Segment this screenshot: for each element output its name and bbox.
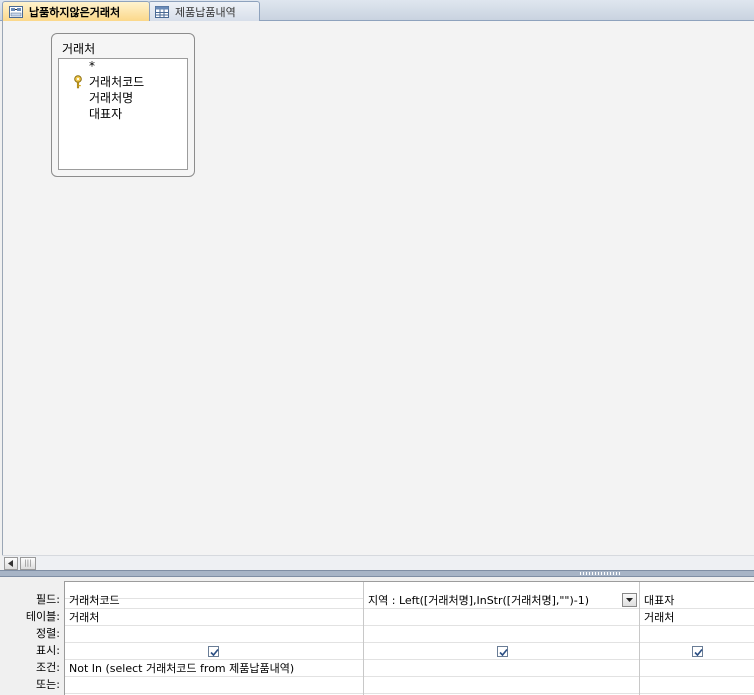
show-checkbox[interactable] — [692, 646, 703, 657]
tab-table-product-deliveries[interactable]: 제품납품내역 — [148, 1, 260, 21]
show-checkbox[interactable] — [497, 646, 508, 657]
or-cell[interactable] — [640, 677, 754, 694]
field-cell[interactable]: 대표자 — [640, 592, 754, 609]
table-cell[interactable] — [364, 609, 639, 626]
grid-column: 지역 : Left([거래처명],InStr([거래처명],"")-1) — [364, 582, 640, 695]
checkmark-icon — [210, 648, 219, 657]
sort-cell[interactable] — [65, 626, 363, 643]
table-cell[interactable]: 거래처 — [640, 609, 754, 626]
tab-label: 납품하지않은거래처 — [29, 5, 121, 19]
checkmark-icon — [499, 648, 508, 657]
document-tab-strip: 납품하지않은거래처 제품납품내역 — [0, 0, 754, 21]
row-label-table: 테이블: — [25, 610, 60, 623]
show-cell — [364, 643, 639, 660]
query-icon — [9, 5, 23, 18]
field-list-item[interactable]: * — [89, 59, 95, 74]
sort-cell[interactable] — [364, 626, 639, 643]
grid-row-labels: 필드: 테이블: 정렬: 표시: 조건: 또는: — [0, 577, 64, 695]
primary-key-icon — [74, 75, 82, 89]
field-list-box: * 거래처코드 거래처명 대표자 — [58, 58, 188, 170]
criteria-cell[interactable] — [640, 660, 754, 677]
row-label-sort: 정렬: — [36, 627, 60, 640]
tab-label: 제품납품내역 — [175, 5, 236, 19]
grid-column: 거래처코드 거래처 Not In (select 거래처코드 from 제품납품… — [65, 582, 364, 695]
row-label-show: 표시: — [36, 644, 60, 657]
criteria-cell[interactable]: Not In (select 거래처코드 from 제품납품내역) — [65, 660, 363, 677]
checkmark-icon — [694, 648, 703, 657]
query-design-area[interactable]: 거래처 * 거래처코드 거래처명 대표자 — [2, 21, 754, 555]
scroll-left-button[interactable] — [4, 557, 18, 570]
field-dropdown-button[interactable] — [622, 593, 637, 607]
field-cell[interactable]: 거래처코드 — [65, 592, 363, 609]
scroll-thumb[interactable]: ||| — [20, 557, 36, 570]
criteria-cell[interactable] — [364, 660, 639, 677]
row-label-criteria: 조건: — [36, 661, 60, 674]
or-cell[interactable] — [364, 677, 639, 694]
show-cell — [640, 643, 754, 660]
table-cell[interactable]: 거래처 — [65, 609, 363, 626]
field-list-title: 거래처 — [62, 42, 96, 56]
grid-column: 대표자 거래처 — [640, 582, 754, 695]
or-cell[interactable] — [65, 677, 363, 694]
field-list-item[interactable]: 거래처명 — [89, 91, 133, 106]
chevron-down-icon — [626, 598, 633, 602]
tab-query-unsupplied-clients[interactable]: 납품하지않은거래처 — [2, 1, 150, 21]
pane-splitter[interactable] — [0, 570, 754, 577]
row-label-or: 또는: — [36, 678, 60, 691]
design-area-scrollbar[interactable]: ||| — [2, 555, 754, 570]
show-checkbox[interactable] — [208, 646, 219, 657]
show-cell — [65, 643, 363, 660]
field-list-item[interactable]: 거래처코드 — [89, 75, 144, 90]
left-arrow-icon — [8, 560, 13, 567]
splitter-grip[interactable] — [580, 572, 620, 575]
field-cell[interactable]: 지역 : Left([거래처명],InStr([거래처명],"")-1) — [364, 592, 639, 609]
field-list-item[interactable]: 대표자 — [89, 107, 122, 122]
query-design-grid: 거래처코드 거래처 Not In (select 거래처코드 from 제품납품… — [64, 581, 754, 695]
table-icon — [155, 5, 169, 18]
field-list-window[interactable]: 거래처 * 거래처코드 거래처명 대표자 — [51, 33, 195, 177]
row-label-field: 필드: — [36, 593, 60, 606]
sort-cell[interactable] — [640, 626, 754, 643]
query-grid-area: 필드: 테이블: 정렬: 표시: 조건: 또는: 거래처코드 거래처 Not I… — [0, 577, 754, 695]
